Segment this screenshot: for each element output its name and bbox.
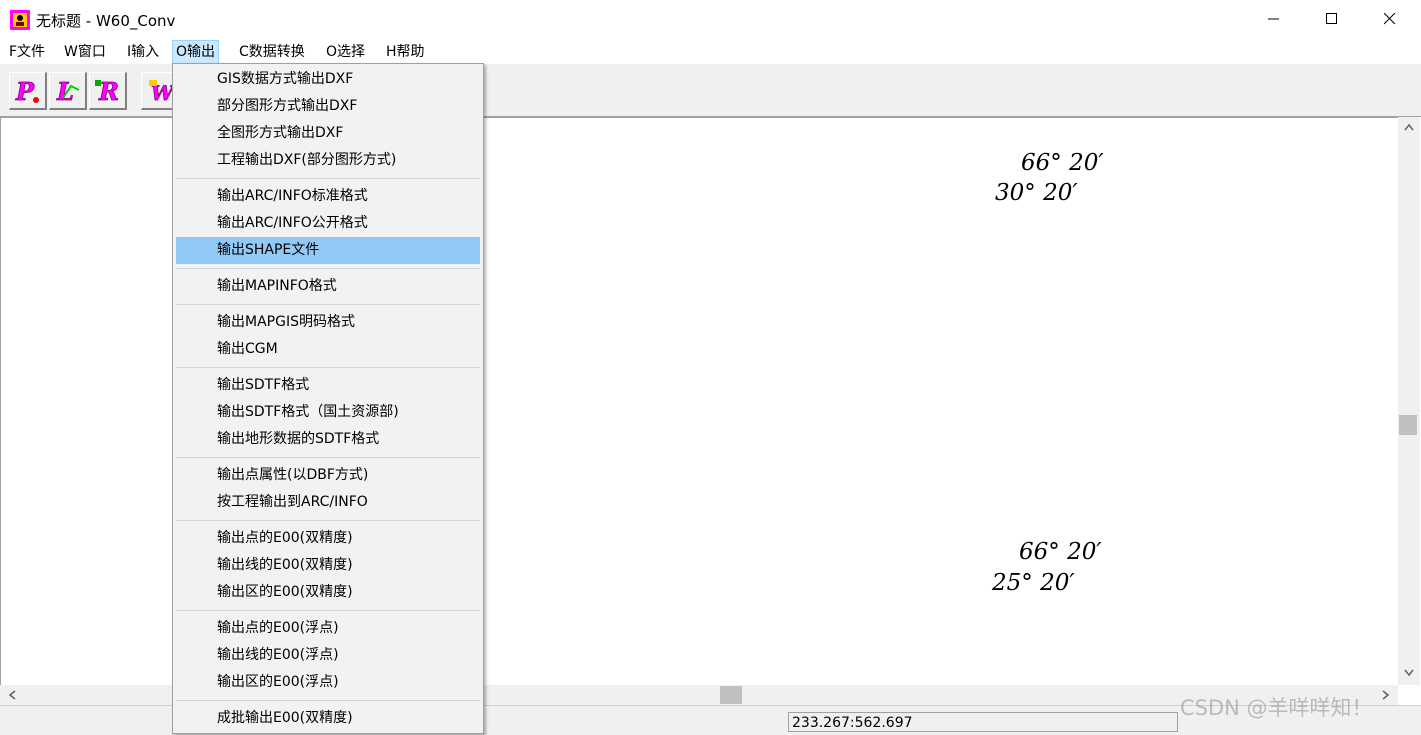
menu-separator xyxy=(176,520,480,521)
map-label: 66° 20′ xyxy=(1021,150,1104,176)
region-tool-icon: R xyxy=(94,76,119,106)
svg-text:L: L xyxy=(56,77,74,106)
watermark: CSDN @羊咩咩知！ xyxy=(1180,696,1373,720)
vertical-scrollbar[interactable] xyxy=(1398,117,1420,685)
menu-data-convert[interactable]: C数据转换 xyxy=(236,41,308,63)
menu-help[interactable]: H帮助 xyxy=(383,41,428,63)
menu-item-arcinfo-standard[interactable]: 输出ARC/INFO标准格式 xyxy=(176,183,480,210)
point-tool-button[interactable]: P xyxy=(9,72,47,110)
point-tool-icon: P xyxy=(14,76,39,106)
menu-item-line-e00-double[interactable]: 输出线的E00(双精度) xyxy=(176,552,480,579)
map-label: 66° 20′ xyxy=(1019,539,1102,565)
menu-item-area-e00-float[interactable]: 输出区的E00(浮点) xyxy=(176,669,480,696)
horizontal-scroll-thumb[interactable] xyxy=(720,686,742,704)
window-title: 无标题 - W60_Conv xyxy=(36,12,176,30)
scroll-left-icon[interactable] xyxy=(8,690,16,700)
menu-bar: F文件 W窗口 I输入 O输出 C数据转换 O选择 H帮助 xyxy=(0,38,1421,65)
line-tool-button[interactable]: L xyxy=(49,72,87,110)
app-icon xyxy=(10,10,30,30)
menu-separator xyxy=(176,304,480,305)
minimize-icon xyxy=(1268,18,1279,20)
title-bar: 无标题 - W60_Conv xyxy=(0,0,1421,38)
menu-item-cgm[interactable]: 输出CGM xyxy=(176,336,480,363)
menu-separator xyxy=(176,178,480,179)
menu-item-sdtf-terrain[interactable]: 输出地形数据的SDTF格式 xyxy=(176,426,480,453)
menu-item-point-e00-float[interactable]: 输出点的E00(浮点) xyxy=(176,615,480,642)
menu-item-arcinfo-public[interactable]: 输出ARC/INFO公开格式 xyxy=(176,210,480,237)
output-menu-dropdown: GIS数据方式输出DXF 部分图形方式输出DXF 全图形方式输出DXF 工程输出… xyxy=(172,63,484,734)
close-icon xyxy=(1384,13,1396,25)
menu-file[interactable]: F文件 xyxy=(6,41,48,63)
menu-separator xyxy=(176,700,480,701)
menu-item-sdtf-ministry[interactable]: 输出SDTF格式（国土资源部) xyxy=(176,399,480,426)
menu-item-sdtf[interactable]: 输出SDTF格式 xyxy=(176,372,480,399)
menu-output[interactable]: O输出 xyxy=(172,40,220,64)
scroll-down-icon[interactable] xyxy=(1404,669,1414,677)
menu-separator xyxy=(176,268,480,269)
menu-item-partial-dxf[interactable]: 部分图形方式输出DXF xyxy=(176,93,480,120)
menu-separator xyxy=(176,610,480,611)
menu-item-gis-dxf[interactable]: GIS数据方式输出DXF xyxy=(176,66,480,93)
network-tool-icon: W xyxy=(148,79,175,105)
menu-item-batch-e00-double[interactable]: 成批输出E00(双精度) xyxy=(176,705,480,732)
menu-item-point-e00-double[interactable]: 输出点的E00(双精度) xyxy=(176,525,480,552)
menu-select[interactable]: O选择 xyxy=(323,41,368,63)
map-label: 30° 20′ xyxy=(995,180,1078,206)
menu-item-area-e00-double[interactable]: 输出区的E00(双精度) xyxy=(176,579,480,606)
line-tool-icon: L xyxy=(55,76,79,106)
maximize-button[interactable] xyxy=(1303,0,1361,38)
menu-item-line-e00-float[interactable]: 输出线的E00(浮点) xyxy=(176,642,480,669)
minimize-button[interactable] xyxy=(1245,0,1303,38)
scroll-right-icon[interactable] xyxy=(1382,690,1390,700)
scroll-up-icon[interactable] xyxy=(1404,123,1414,131)
map-label: 25° 20′ xyxy=(992,570,1075,596)
menu-window[interactable]: W窗口 xyxy=(61,41,109,63)
menu-separator xyxy=(176,457,480,458)
maximize-icon xyxy=(1326,13,1337,24)
menu-item-mapgis-plain[interactable]: 输出MAPGIS明码格式 xyxy=(176,309,480,336)
menu-item-shape-file[interactable]: 输出SHAPE文件 xyxy=(176,237,480,264)
menu-item-full-dxf[interactable]: 全图形方式输出DXF xyxy=(176,120,480,147)
close-button[interactable] xyxy=(1361,0,1419,38)
coordinate-readout: 233.267:562.697 xyxy=(788,712,1178,732)
region-tool-button[interactable]: R xyxy=(89,72,127,110)
svg-text:P: P xyxy=(15,77,35,106)
menu-item-point-attr-dbf[interactable]: 输出点属性(以DBF方式) xyxy=(176,462,480,489)
menu-input[interactable]: I输入 xyxy=(124,41,162,63)
menu-item-project-dxf[interactable]: 工程输出DXF(部分图形方式) xyxy=(176,147,480,174)
svg-text:R: R xyxy=(98,77,119,106)
vertical-scroll-thumb[interactable] xyxy=(1399,415,1417,435)
menu-separator xyxy=(176,367,480,368)
menu-item-project-arcinfo[interactable]: 按工程输出到ARC/INFO xyxy=(176,489,480,516)
menu-item-mapinfo[interactable]: 输出MAPINFO格式 xyxy=(176,273,480,300)
